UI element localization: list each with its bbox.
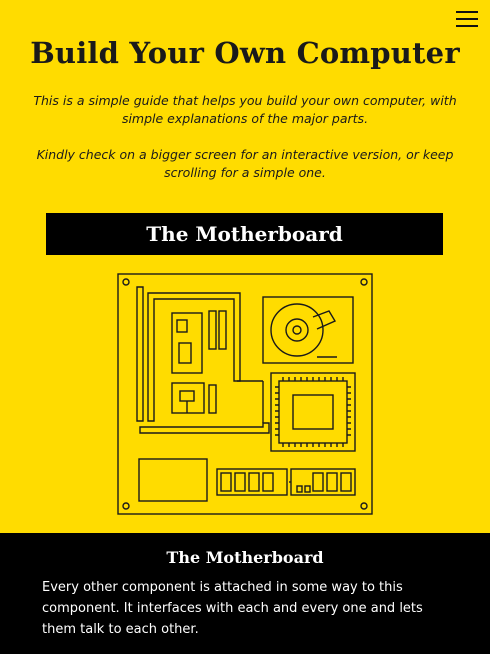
- page-title: Build Your Own Computer: [30, 36, 460, 70]
- motherboard-illustration[interactable]: [117, 273, 373, 515]
- cpu-socket: [270, 372, 356, 452]
- info-body: Every other component is attached in som…: [42, 580, 423, 637]
- section-title-bar: The Motherboard: [46, 213, 443, 255]
- cmos-block: [138, 458, 208, 502]
- screw-hole-icon: [360, 278, 368, 286]
- cpu-chip: [292, 394, 334, 430]
- screw-hole-icon: [122, 502, 130, 510]
- bus-channel: [139, 422, 270, 434]
- intro-paragraph-2: Kindly check on a bigger screen for an i…: [36, 147, 454, 180]
- intro-text: This is a simple guide that helps you bu…: [24, 92, 466, 200]
- hamburger-menu-icon: [456, 11, 478, 13]
- screw-hole-icon: [122, 278, 130, 286]
- intro-paragraph-1: This is a simple guide that helps you bu…: [33, 93, 457, 126]
- info-panel: The Motherboard Every other component is…: [0, 533, 490, 654]
- screw-hole-icon: [360, 502, 368, 510]
- hamburger-menu-icon-bar: [456, 25, 478, 27]
- memory-slot: [218, 310, 227, 350]
- expansion-slot: [136, 286, 144, 422]
- hamburger-menu-icon-bar: [456, 18, 478, 20]
- menu-button[interactable]: [456, 11, 478, 29]
- pci-chip: [171, 382, 205, 414]
- memory-slot: [208, 384, 217, 414]
- memory-slot: [208, 310, 217, 350]
- info-title: The Motherboard: [166, 548, 324, 567]
